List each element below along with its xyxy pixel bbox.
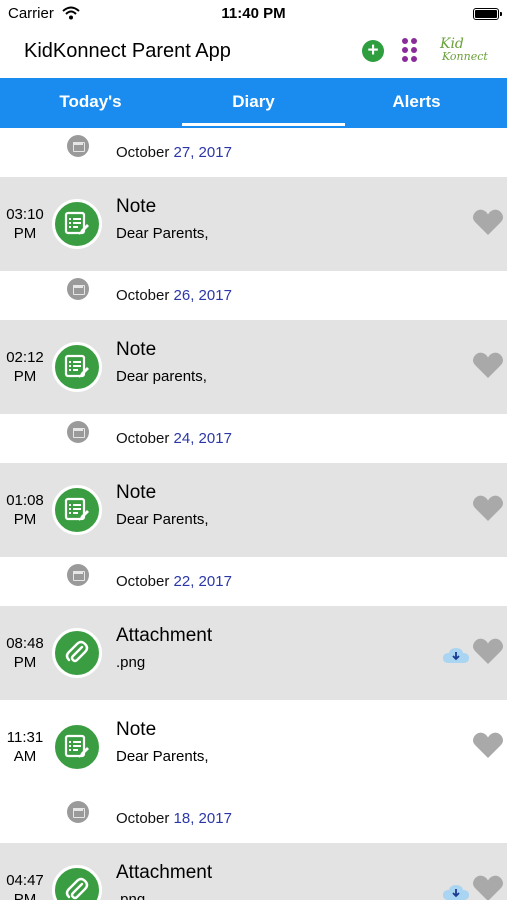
entry-title: Attachment bbox=[116, 625, 213, 646]
calendar-icon bbox=[67, 421, 89, 443]
app-title: KidKonnect Parent App bbox=[24, 40, 231, 62]
date-label: October 24, 2017 bbox=[116, 430, 232, 447]
kidkonnect-logo: Kid Konnect bbox=[438, 36, 488, 68]
date-day: 27, 2017 bbox=[173, 144, 232, 161]
logo-konnect-text: Konnect bbox=[442, 50, 488, 63]
calendar-icon bbox=[67, 801, 89, 823]
diary-entry[interactable]: 02:12 PM Note Dear parents, bbox=[0, 320, 507, 414]
date-month: October bbox=[116, 573, 170, 590]
entry-time-ampm: AM bbox=[13, 748, 37, 765]
entry-time: 01:08 PM bbox=[0, 491, 50, 529]
date-day: 22, 2017 bbox=[173, 573, 232, 590]
attachment-icon bbox=[52, 628, 102, 678]
date-month: October bbox=[116, 430, 170, 447]
tab-diary[interactable]: Diary bbox=[169, 78, 338, 128]
entry-time-ampm: PM bbox=[13, 368, 37, 385]
calendar-icon bbox=[67, 278, 89, 300]
entry-time: 04:47 PM bbox=[0, 871, 50, 900]
entry-time: 02:12 PM bbox=[0, 348, 50, 386]
diary-entry[interactable]: 03:10 PM Note Dear Parents, bbox=[0, 177, 507, 271]
date-label: October 18, 2017 bbox=[116, 810, 232, 827]
entry-subtitle: Dear Parents, bbox=[116, 511, 209, 528]
apps-grid-icon[interactable] bbox=[402, 38, 426, 64]
date-header: October 24, 2017 bbox=[0, 414, 507, 463]
date-header: October 27, 2017 bbox=[0, 128, 507, 177]
entry-time-hm: 03:10 bbox=[6, 206, 44, 223]
diary-entry[interactable]: 08:48 PM Attachment .png bbox=[0, 606, 507, 700]
cloud-download-icon[interactable] bbox=[442, 646, 470, 669]
date-day: 18, 2017 bbox=[173, 810, 232, 827]
date-day: 24, 2017 bbox=[173, 430, 232, 447]
date-label: October 22, 2017 bbox=[116, 573, 232, 590]
note-icon bbox=[52, 342, 102, 392]
diary-entry[interactable]: 11:31 AM Note Dear Parents, bbox=[0, 700, 507, 794]
entry-title: Note bbox=[116, 339, 157, 360]
note-icon bbox=[52, 199, 102, 249]
date-day: 26, 2017 bbox=[173, 287, 232, 304]
date-header: October 22, 2017 bbox=[0, 557, 507, 606]
calendar-icon bbox=[67, 135, 89, 157]
entry-title: Attachment bbox=[116, 862, 213, 883]
entry-time: 11:31 AM bbox=[0, 728, 50, 766]
entry-time-ampm: PM bbox=[13, 891, 37, 900]
entry-title: Note bbox=[116, 719, 157, 740]
date-header: October 26, 2017 bbox=[0, 271, 507, 320]
date-month: October bbox=[116, 144, 170, 161]
heart-icon[interactable] bbox=[472, 637, 504, 670]
date-header: October 18, 2017 bbox=[0, 794, 507, 843]
heart-icon[interactable] bbox=[472, 731, 504, 764]
date-month: October bbox=[116, 287, 170, 304]
battery-icon bbox=[473, 8, 502, 20]
date-month: October bbox=[116, 810, 170, 827]
heart-icon[interactable] bbox=[472, 494, 504, 527]
entry-subtitle: Dear Parents, bbox=[116, 748, 209, 765]
entry-subtitle: .png bbox=[116, 891, 146, 900]
heart-icon[interactable] bbox=[472, 351, 504, 384]
status-time: 11:40 PM bbox=[221, 5, 286, 22]
date-label: October 27, 2017 bbox=[116, 144, 232, 161]
entry-time-hm: 01:08 bbox=[6, 492, 44, 509]
active-tab-indicator bbox=[182, 123, 345, 126]
entry-time-hm: 04:47 bbox=[6, 872, 44, 889]
entry-time-hm: 11:31 bbox=[6, 729, 44, 746]
app-header: KidKonnect Parent App + Kid Konnect bbox=[0, 28, 507, 78]
tab-bar: Today's Diary Alerts bbox=[0, 78, 507, 128]
plus-circle-icon[interactable]: + bbox=[362, 40, 384, 62]
status-bar: Carrier 11:40 PM bbox=[0, 0, 507, 28]
attachment-icon bbox=[52, 865, 102, 900]
heart-icon[interactable] bbox=[472, 874, 504, 900]
entry-time-hm: 08:48 bbox=[6, 635, 44, 652]
note-icon bbox=[52, 485, 102, 535]
entry-time: 03:10 PM bbox=[0, 205, 50, 243]
tab-todays[interactable]: Today's bbox=[6, 78, 175, 128]
entry-time-hm: 02:12 bbox=[6, 349, 44, 366]
cloud-download-icon[interactable] bbox=[442, 883, 470, 900]
entry-time-ampm: PM bbox=[13, 511, 37, 528]
entry-time-ampm: PM bbox=[13, 654, 37, 671]
entry-time-ampm: PM bbox=[13, 225, 37, 242]
calendar-icon bbox=[67, 564, 89, 586]
date-label: October 26, 2017 bbox=[116, 287, 232, 304]
entry-subtitle: .png bbox=[116, 654, 146, 671]
entry-time: 08:48 PM bbox=[0, 634, 50, 672]
tab-alerts[interactable]: Alerts bbox=[332, 78, 501, 128]
entry-title: Note bbox=[116, 482, 157, 503]
entry-subtitle: Dear Parents, bbox=[116, 225, 209, 242]
entry-title: Note bbox=[116, 196, 157, 217]
diary-timeline[interactable]: October 27, 2017 03:10 PM Note Dear Parents,… bbox=[0, 128, 507, 900]
entry-subtitle: Dear parents, bbox=[116, 368, 207, 385]
heart-icon[interactable] bbox=[472, 208, 504, 241]
diary-entry[interactable]: 01:08 PM Note Dear Parents, bbox=[0, 463, 507, 557]
note-icon bbox=[52, 722, 102, 772]
diary-entry[interactable]: 04:47 PM Attachment .png bbox=[0, 843, 507, 900]
